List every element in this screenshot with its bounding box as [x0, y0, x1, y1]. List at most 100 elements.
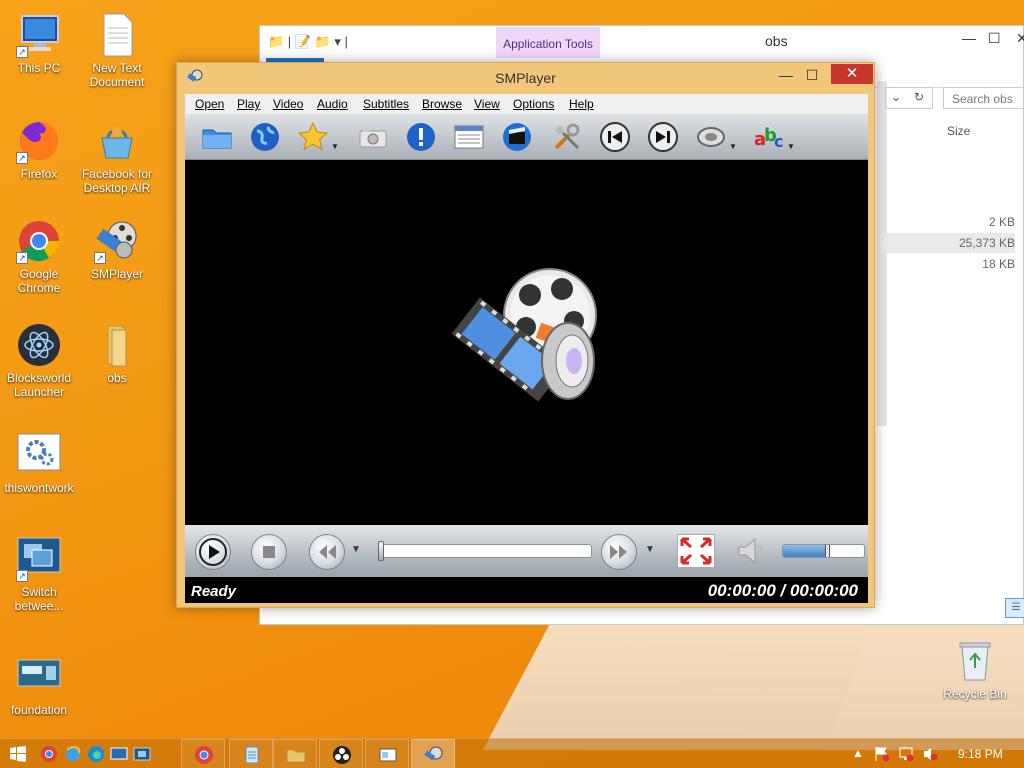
- switch-windows-pinned-icon[interactable]: [133, 745, 151, 763]
- taskbar-app-smplayer[interactable]: [411, 739, 455, 768]
- video-clapper-icon[interactable]: [501, 121, 533, 153]
- globe-icon[interactable]: [249, 121, 281, 153]
- smplayer-titlebar[interactable]: SMPlayer — ☐ ✕: [177, 63, 874, 91]
- address-bar-controls[interactable]: ⌄ ↻: [885, 87, 933, 109]
- close-button[interactable]: ✕: [831, 64, 873, 84]
- desktop-pinned-icon[interactable]: [110, 745, 128, 763]
- edge-icon[interactable]: [87, 745, 105, 763]
- chrome-icon: ↗: [16, 218, 62, 264]
- volume-speaker-icon[interactable]: [735, 535, 769, 572]
- desktop-icon-label: Switch betwee...: [14, 585, 64, 613]
- play-button[interactable]: [195, 534, 231, 570]
- rewind-button[interactable]: [309, 534, 345, 570]
- desktop-icon-obs-folder[interactable]: obs: [78, 322, 156, 385]
- window-title: SMPlayer: [495, 70, 556, 86]
- explorer-close-button[interactable]: ✕: [1016, 30, 1024, 47]
- menu-bar: Open Play Video Audio Subtitles Browse V…: [185, 94, 868, 114]
- chrome-pinned-icon[interactable]: [40, 745, 58, 763]
- info-icon[interactable]: [405, 121, 437, 153]
- menu-help[interactable]: Help: [569, 97, 594, 111]
- svg-text:c: c: [774, 132, 783, 151]
- menu-browse[interactable]: Browse: [422, 97, 462, 111]
- subtitles-abc-icon[interactable]: abc: [753, 121, 785, 153]
- status-bar: Ready 00:00:00 / 00:00:00: [185, 577, 868, 603]
- volume-muted-icon[interactable]: [922, 746, 938, 765]
- next-icon[interactable]: [647, 121, 679, 153]
- desktop-icon-firefox[interactable]: ↗ Firefox: [0, 118, 78, 181]
- chevron-down-icon[interactable]: ⌄: [891, 90, 901, 104]
- desktop-icon-smplayer[interactable]: ↗ SMPlayer: [78, 218, 156, 281]
- network-icon[interactable]: [898, 746, 914, 765]
- desktop-icon-google-chrome[interactable]: ↗ Google Chrome: [0, 218, 78, 295]
- desktop-icon-recycle-bin[interactable]: Recycle Bin: [936, 638, 1014, 701]
- desktop-icon-foundation[interactable]: foundation: [0, 654, 78, 717]
- volume-handle[interactable]: [825, 545, 830, 557]
- file-row-size[interactable]: 2 KB: [880, 212, 1015, 232]
- taskbar-app-window[interactable]: [365, 739, 409, 768]
- taskbar-clock[interactable]: 9:18 PM: [958, 747, 1003, 761]
- taskbar-app-notepad[interactable]: [229, 739, 273, 768]
- explorer-minimize-button[interactable]: —: [962, 30, 976, 46]
- menu-options[interactable]: Options: [513, 97, 554, 111]
- desktop-icon-switch-between[interactable]: ↗ Switch betwee...: [0, 536, 78, 613]
- video-area[interactable]: [185, 160, 868, 525]
- search-box[interactable]: Search obs: [943, 87, 1024, 109]
- recycle-bin-icon: [952, 638, 998, 684]
- this-pc-icon: ↗: [16, 12, 62, 58]
- menu-play[interactable]: Play: [237, 97, 260, 111]
- rewind-dropdown-arrow[interactable]: ▼: [351, 544, 361, 555]
- subtitles-dropdown-arrow[interactable]: ▼: [787, 142, 795, 151]
- taskbar-app-obs[interactable]: [319, 739, 363, 768]
- action-center-flag-icon[interactable]: [874, 746, 890, 765]
- blocksworld-atom-icon: [16, 322, 62, 368]
- column-header-size[interactable]: Size: [947, 124, 970, 138]
- playlist-icon[interactable]: [453, 121, 485, 153]
- facebook-basket-icon: [94, 118, 140, 164]
- volume-slider[interactable]: [782, 544, 865, 558]
- desktop-icon-new-text-document[interactable]: New Text Document: [78, 12, 156, 89]
- seek-handle[interactable]: [378, 541, 384, 561]
- explorer-maximize-button[interactable]: ☐: [988, 30, 1001, 47]
- forward-button[interactable]: [601, 534, 637, 570]
- forward-dropdown-arrow[interactable]: ▼: [645, 544, 655, 555]
- show-hidden-icons-chevron[interactable]: ▲: [852, 746, 864, 760]
- quick-access-toolbar[interactable]: 📁 | 📝 📁 ▾ |: [268, 34, 348, 50]
- internet-explorer-icon[interactable]: [64, 745, 82, 763]
- screenshot-camera-icon[interactable]: [357, 121, 389, 153]
- details-view-icon[interactable]: ☰: [1005, 598, 1024, 618]
- smplayer-window[interactable]: SMPlayer — ☐ ✕ Open Play Video Audio Sub…: [176, 62, 875, 608]
- menu-open[interactable]: Open: [195, 97, 224, 111]
- fullscreen-icon[interactable]: [677, 534, 715, 568]
- menu-audio[interactable]: Audio: [317, 97, 348, 111]
- audio-dropdown-arrow[interactable]: ▼: [729, 142, 737, 151]
- application-tools-context-tab[interactable]: Application Tools: [496, 27, 600, 58]
- menu-video[interactable]: Video: [273, 97, 303, 111]
- taskbar-app-chrome[interactable]: [181, 739, 225, 768]
- previous-icon[interactable]: [599, 121, 631, 153]
- menu-subtitles[interactable]: Subtitles: [363, 97, 409, 111]
- explorer-title: obs: [765, 33, 788, 49]
- taskbar-app-file-explorer[interactable]: [273, 739, 317, 768]
- file-row-size[interactable]: 18 KB: [880, 254, 1015, 274]
- firefox-icon: ↗: [16, 118, 62, 164]
- maximize-button[interactable]: ☐: [797, 65, 827, 85]
- favorites-dropdown-arrow[interactable]: ▼: [331, 142, 339, 151]
- taskbar: ▲ 9:18 PM: [0, 738, 1024, 768]
- favorites-star-icon[interactable]: [297, 121, 329, 153]
- audio-track-icon[interactable]: [695, 121, 727, 153]
- menu-view[interactable]: View: [474, 97, 500, 111]
- desktop-icon-facebook-air[interactable]: Facebook for Desktop AIR: [78, 118, 156, 195]
- desktop-icon-thiswontwork[interactable]: thiswontwork: [0, 432, 78, 495]
- desktop-icon-this-pc[interactable]: ↗ This PC: [0, 12, 78, 75]
- app-window-icon: [379, 748, 397, 762]
- desktop-icon-blocksworld[interactable]: Blocksworld Launcher: [0, 322, 78, 399]
- preferences-tools-icon[interactable]: [551, 121, 583, 153]
- stop-button[interactable]: [251, 534, 287, 570]
- windows-start-icon[interactable]: [10, 746, 26, 762]
- explorer-titlebar[interactable]: 📁 | 📝 📁 ▾ | Application Tools obs — ☐ ✕: [260, 26, 1024, 58]
- file-row-size[interactable]: 25,373 KB: [880, 233, 1015, 253]
- refresh-icon[interactable]: ↻: [914, 90, 924, 104]
- seek-bar[interactable]: [378, 541, 592, 561]
- chrome-icon: [195, 746, 213, 764]
- open-folder-icon[interactable]: [201, 121, 233, 153]
